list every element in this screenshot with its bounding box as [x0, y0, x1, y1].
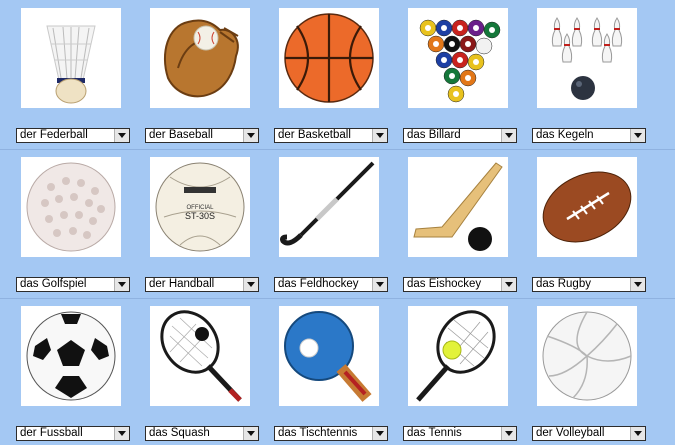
select-value: das Squash	[149, 427, 210, 439]
sport-name-select[interactable]: das Tischtennis	[274, 426, 388, 441]
select-value: das Eishockey	[407, 278, 482, 290]
squash-racket-icon	[150, 306, 250, 406]
chevron-down-icon[interactable]	[114, 129, 129, 142]
sport-name-select[interactable]: der Basketball	[274, 128, 388, 143]
select-value: das Golfspiel	[20, 278, 87, 290]
chevron-down-icon[interactable]	[243, 129, 258, 142]
rugby-ball-icon	[537, 157, 637, 257]
svg-text:ST-30S: ST-30S	[185, 211, 215, 221]
sport-name-select[interactable]: das Rugby	[532, 277, 646, 292]
select-value: der Volleyball	[536, 427, 605, 439]
baseball-glove-icon	[150, 8, 250, 108]
chevron-down-icon[interactable]	[372, 427, 387, 440]
shuttlecock-icon	[21, 8, 121, 108]
sport-name-select[interactable]: das Golfspiel	[16, 277, 130, 292]
chevron-down-icon[interactable]	[243, 427, 258, 440]
sport-name-select[interactable]: der Federball	[16, 128, 130, 143]
chevron-down-icon[interactable]	[630, 129, 645, 142]
sport-name-select[interactable]: das Squash	[145, 426, 259, 441]
sport-name-select[interactable]: das Eishockey	[403, 277, 517, 292]
golf-ball-icon	[21, 157, 121, 257]
select-value: das Feldhockey	[278, 278, 359, 290]
sport-name-select[interactable]: der Volleyball	[532, 426, 646, 441]
sport-name-select[interactable]: der Handball	[145, 277, 259, 292]
sport-name-select[interactable]: der Baseball	[145, 128, 259, 143]
chevron-down-icon[interactable]	[243, 278, 258, 291]
sport-name-select[interactable]: das Billard	[403, 128, 517, 143]
chevron-down-icon[interactable]	[501, 278, 516, 291]
select-value: der Federball	[20, 129, 88, 141]
select-value: das Rugby	[536, 278, 591, 290]
select-value: das Billard	[407, 129, 461, 141]
select-value: das Kegeln	[536, 129, 594, 141]
sport-name-select[interactable]: das Tennis	[403, 426, 517, 441]
select-value: der Basketball	[278, 129, 351, 141]
select-value: das Tischtennis	[278, 427, 358, 439]
table-tennis-paddle-icon	[279, 306, 379, 406]
soccer-ball-icon	[21, 306, 121, 406]
volleyball-icon	[537, 306, 637, 406]
ice-hockey-stick-icon	[408, 157, 508, 257]
sport-name-select[interactable]: das Feldhockey	[274, 277, 388, 292]
sports-matching-grid: der Federball der Baseball der Basketbal…	[0, 0, 675, 445]
select-value: der Baseball	[149, 129, 213, 141]
chevron-down-icon[interactable]	[372, 278, 387, 291]
row-separator	[0, 298, 675, 299]
select-value: der Fussball	[20, 427, 83, 439]
select-value: der Handball	[149, 278, 215, 290]
handball-icon: OFFICIAL ST-30S	[150, 157, 250, 257]
billiard-balls-icon	[408, 8, 508, 108]
select-value: das Tennis	[407, 427, 462, 439]
chevron-down-icon[interactable]	[114, 278, 129, 291]
chevron-down-icon[interactable]	[372, 129, 387, 142]
row-separator	[0, 149, 675, 150]
chevron-down-icon[interactable]	[630, 278, 645, 291]
chevron-down-icon[interactable]	[501, 129, 516, 142]
chevron-down-icon[interactable]	[501, 427, 516, 440]
chevron-down-icon[interactable]	[114, 427, 129, 440]
sport-name-select[interactable]: der Fussball	[16, 426, 130, 441]
tennis-racket-icon	[408, 306, 508, 406]
field-hockey-stick-icon	[279, 157, 379, 257]
bowling-pins-icon	[537, 8, 637, 108]
sport-name-select[interactable]: das Kegeln	[532, 128, 646, 143]
chevron-down-icon[interactable]	[630, 427, 645, 440]
basketball-icon	[279, 8, 379, 108]
